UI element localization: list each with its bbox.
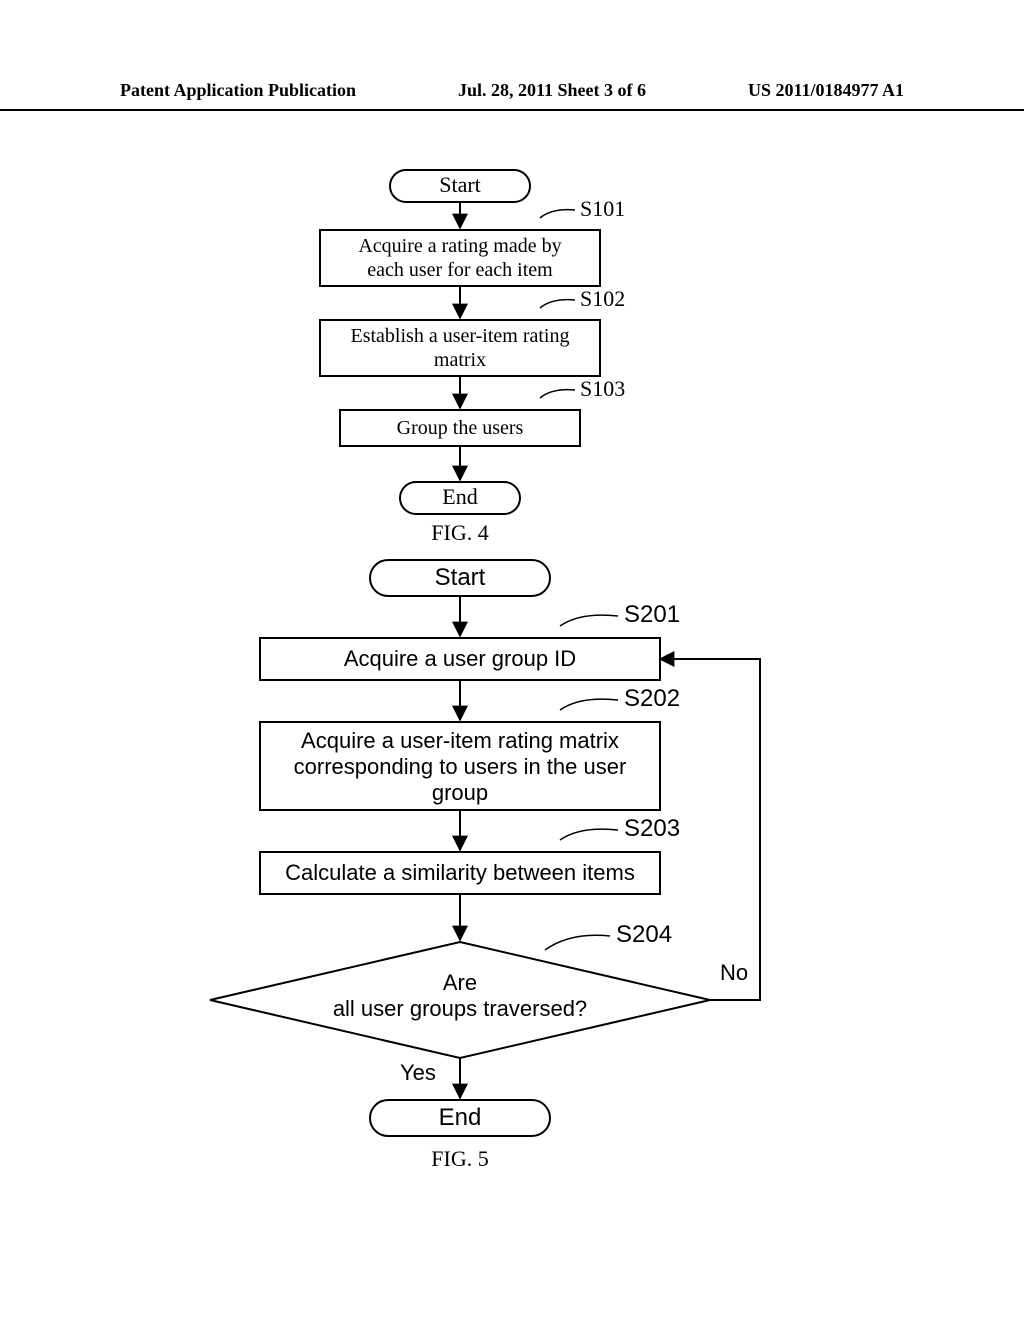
header-center: Jul. 28, 2011 Sheet 3 of 6	[458, 80, 646, 101]
s101-line1: Acquire a rating made by	[358, 235, 561, 257]
flowchart-svg: Start S101 Acquire a rating made by each…	[0, 150, 1024, 1320]
s102-line2: matrix	[434, 349, 486, 371]
fig4-end-text: End	[442, 484, 477, 509]
leader-s101	[540, 210, 575, 218]
s203-line1: Calculate a similarity between items	[285, 860, 635, 885]
label-s202: S202	[624, 685, 680, 712]
box-s103: Group the users	[340, 410, 580, 446]
s103-line1: Group the users	[397, 417, 524, 439]
s202-line1: Acquire a user-item rating matrix	[301, 728, 619, 753]
box-s102: Establish a user-item rating matrix	[320, 320, 600, 376]
s204-line1: Are	[443, 970, 477, 995]
fig5-end: End	[370, 1100, 550, 1136]
s102-line1: Establish a user-item rating	[351, 325, 570, 347]
leader-s204	[545, 935, 610, 950]
fig4-end: End	[400, 482, 520, 514]
fig5-start-text: Start	[435, 564, 486, 591]
fig4: Start S101 Acquire a rating made by each…	[320, 170, 625, 545]
box-s201: Acquire a user group ID	[260, 638, 660, 680]
label-s102: S102	[580, 286, 625, 311]
leader-s202	[560, 699, 618, 710]
fig4-caption: FIG. 4	[431, 520, 488, 545]
diagram-area: Start S101 Acquire a rating made by each…	[0, 150, 1024, 1320]
diamond-s204: Are all user groups traversed?	[210, 942, 710, 1058]
page-header: Patent Application Publication Jul. 28, …	[0, 80, 1024, 111]
fig4-start-text: Start	[439, 172, 481, 197]
no-label: No	[720, 960, 748, 985]
header-right: US 2011/0184977 A1	[748, 80, 904, 101]
fig4-start: Start	[390, 170, 530, 202]
label-s201: S201	[624, 601, 680, 628]
s101-line2: each user for each item	[367, 259, 553, 281]
leader-s102	[540, 300, 575, 308]
box-s202: Acquire a user-item rating matrix corres…	[260, 722, 660, 810]
s202-line2: corresponding to users in the user	[294, 754, 627, 779]
leader-s203	[560, 829, 618, 840]
box-s203: Calculate a similarity between items	[260, 852, 660, 894]
fig5: Start S201 Acquire a user group ID S202 …	[210, 560, 760, 1171]
label-s204: S204	[616, 921, 672, 948]
fig5-caption: FIG. 5	[431, 1146, 488, 1171]
label-s103: S103	[580, 376, 625, 401]
box-s101: Acquire a rating made by each user for e…	[320, 230, 600, 286]
label-s101: S101	[580, 196, 625, 221]
yes-label: Yes	[400, 1060, 436, 1085]
fig5-start: Start	[370, 560, 550, 596]
s204-line2: all user groups traversed?	[333, 996, 587, 1021]
s202-line3: group	[432, 780, 488, 805]
s201-line1: Acquire a user group ID	[344, 646, 576, 671]
leader-s201	[560, 615, 618, 626]
leader-s103	[540, 390, 575, 398]
header-left: Patent Application Publication	[120, 80, 356, 101]
fig5-end-text: End	[439, 1104, 482, 1131]
label-s203: S203	[624, 815, 680, 842]
